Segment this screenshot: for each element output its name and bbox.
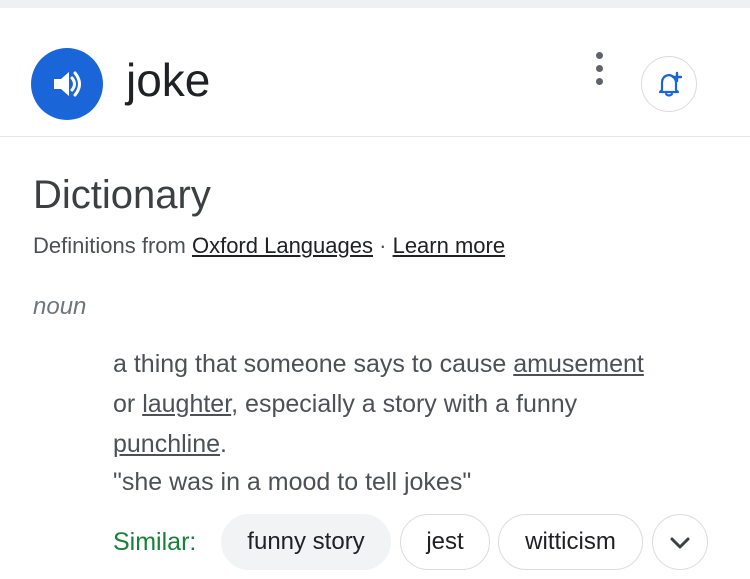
- oxford-languages-link[interactable]: Oxford Languages: [192, 233, 373, 258]
- part-of-speech: noun: [33, 293, 87, 320]
- definition-part: a thing that someone says to cause: [113, 350, 514, 378]
- word-header: joke: [0, 8, 750, 137]
- more-vert-icon-dot: [596, 78, 603, 85]
- similar-chip-funny-story[interactable]: funny story: [221, 514, 391, 570]
- similar-label: Similar:: [113, 528, 197, 556]
- punchline-link[interactable]: punchline: [113, 430, 220, 458]
- pronounce-button[interactable]: [31, 48, 103, 120]
- similar-chip-jest[interactable]: jest: [400, 514, 490, 570]
- definition-part: .: [220, 430, 227, 458]
- speaker-icon: [54, 71, 81, 97]
- usage-example: "she was in a mood to tell jokes": [113, 468, 472, 496]
- similar-chip-witticism[interactable]: witticism: [498, 514, 643, 570]
- chevron-down-icon: [670, 537, 690, 549]
- more-vert-icon-dot: [596, 65, 603, 72]
- definition-source: Definitions from Oxford Languages · Lear…: [33, 232, 505, 260]
- definition-part: , especially a story with a funny: [231, 390, 578, 418]
- definition-text: a thing that someone says to cause amuse…: [113, 344, 733, 464]
- definition-part: or: [113, 390, 143, 418]
- amusement-link[interactable]: amusement: [513, 350, 644, 378]
- source-prefix: Definitions from: [33, 233, 186, 258]
- laughter-link[interactable]: laughter: [142, 390, 231, 418]
- more-options-button[interactable]: [588, 52, 612, 86]
- headword: joke: [126, 54, 211, 106]
- more-vert-icon: [596, 52, 603, 59]
- source-separator: ·: [379, 233, 387, 258]
- learn-more-link[interactable]: Learn more: [393, 233, 506, 258]
- expand-similar-button[interactable]: [652, 514, 708, 570]
- add-alert-bell-icon: [658, 71, 683, 97]
- top-divider-strip: [0, 0, 750, 8]
- add-alert-button[interactable]: [641, 56, 697, 112]
- section-title: Dictionary: [33, 173, 211, 217]
